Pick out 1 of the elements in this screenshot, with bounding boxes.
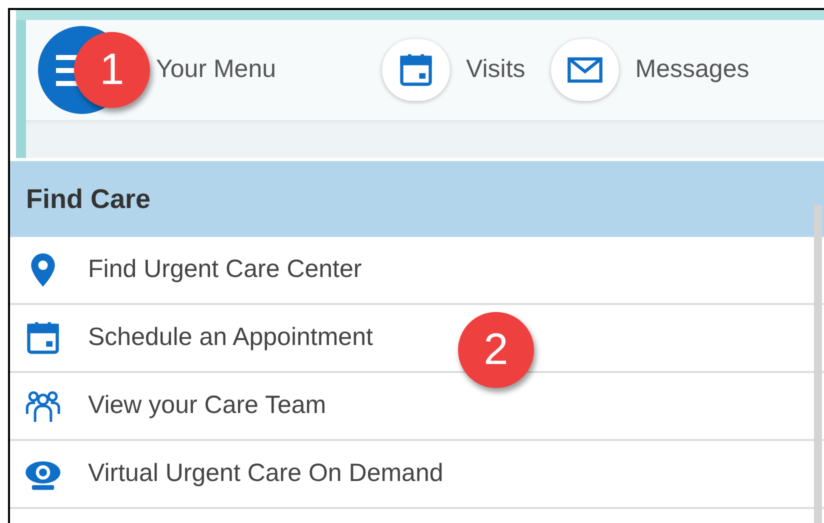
section-title: Find Care (26, 182, 151, 216)
